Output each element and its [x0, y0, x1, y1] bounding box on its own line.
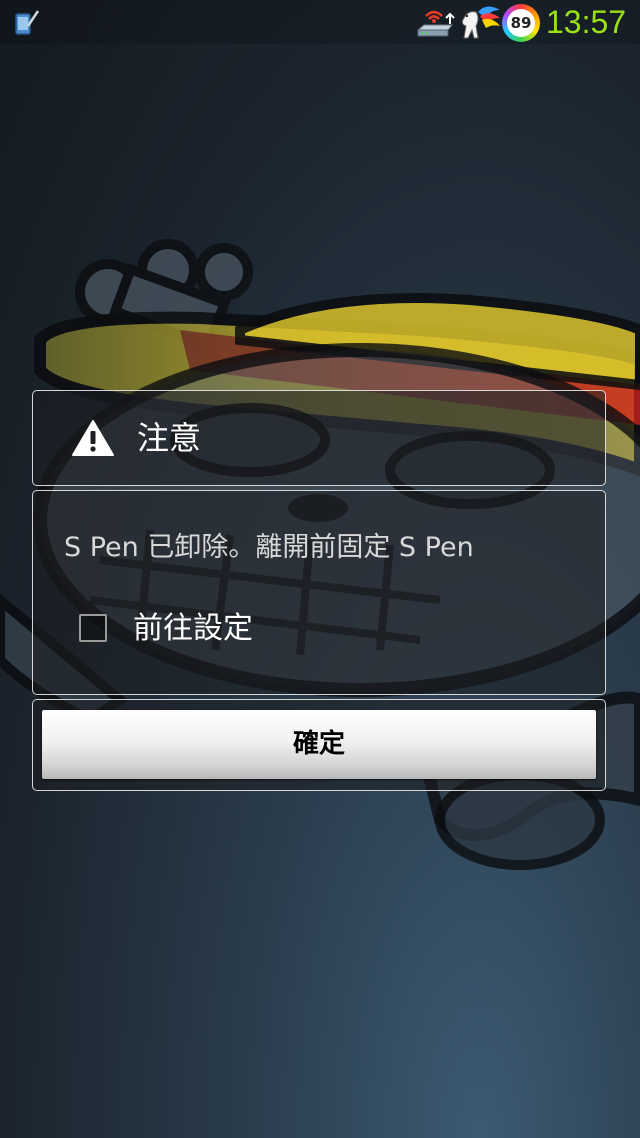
go-to-settings-label: 前往設定 [133, 611, 253, 646]
dialog-button-panel: 確定 [32, 699, 606, 791]
wifi-router-icon [416, 10, 455, 37]
dialog-title-panel: 注意 [32, 390, 606, 486]
dialog-title: 注意 [137, 419, 202, 457]
clock: 13:57 [546, 4, 627, 40]
tablet-pen-icon [15, 10, 40, 35]
dialog-content-panel: S Pen 已卸除。離開前固定 S Pen 前往設定 [32, 490, 606, 695]
battery-ring-icon: 89 [502, 4, 540, 42]
dialog-message: S Pen 已卸除。離開前固定 S Pen [64, 532, 474, 563]
battery-level: 89 [507, 9, 535, 37]
go-to-settings-checkbox[interactable] [79, 614, 107, 642]
warning-icon [72, 420, 114, 456]
rainbow-pony-icon [461, 6, 500, 39]
status-bar: 89 13:57 [0, 0, 640, 44]
go-to-settings-option[interactable]: 前往設定 [75, 605, 555, 657]
ok-button[interactable]: 確定 [42, 710, 596, 779]
